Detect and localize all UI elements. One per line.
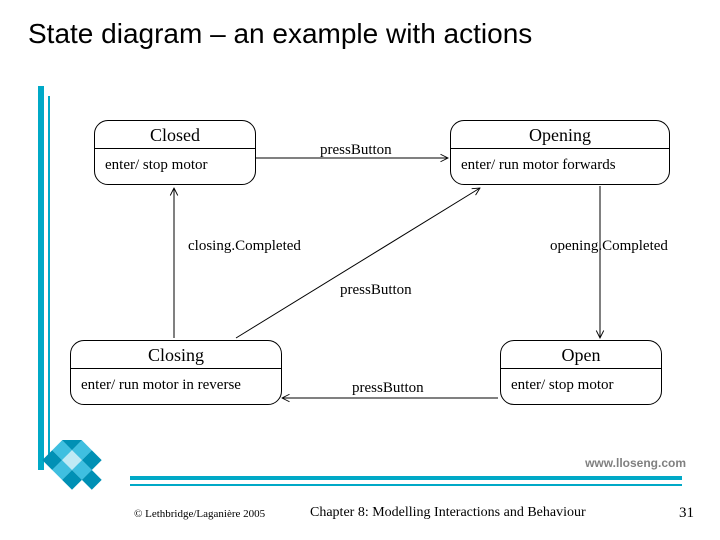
page-title: State diagram – an example with actions — [28, 18, 532, 50]
site-url: www.lloseng.com — [585, 456, 686, 470]
state-diagram: Closed enter/ stop motor Opening enter/ … — [70, 110, 690, 440]
chapter-label: Chapter 8: Modelling Interactions and Be… — [310, 505, 586, 521]
decoration-bar — [130, 476, 682, 480]
page-number: 31 — [679, 505, 694, 522]
logo-icon — [28, 440, 116, 500]
slide: State diagram – an example with actions … — [0, 0, 720, 540]
copyright: © Lethbridge/Laganière 2005 — [134, 508, 265, 520]
transition-arrows — [70, 110, 690, 440]
decoration-bar — [48, 96, 50, 462]
decoration-bar — [38, 86, 44, 470]
decoration-bar — [130, 484, 682, 486]
